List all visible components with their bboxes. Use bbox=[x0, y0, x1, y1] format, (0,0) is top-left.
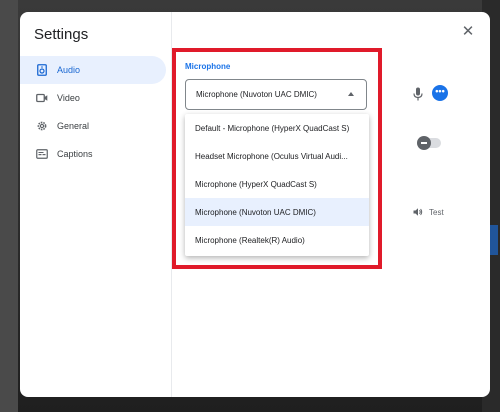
menu-item-microphone-option[interactable]: Microphone (Realtek(R) Audio) bbox=[185, 226, 369, 254]
menu-item-microphone-option[interactable]: Headset Microphone (Oculus Virtual Audi.… bbox=[185, 142, 369, 170]
sidebar-item-label: Audio bbox=[57, 65, 81, 75]
close-icon[interactable]: ✕ bbox=[460, 24, 476, 40]
sidebar-item-captions[interactable]: Captions bbox=[20, 140, 166, 168]
menu-item-microphone-option[interactable]: Microphone (HyperX QuadCast S) bbox=[185, 170, 369, 198]
settings-sidebar: Settings Audio Video General Captions bbox=[20, 12, 172, 397]
test-button-label: Test bbox=[429, 207, 444, 217]
microphone-select-value: Microphone (Nuvoton UAC DMIC) bbox=[196, 90, 317, 99]
microphone-dropdown-menu: Default - Microphone (HyperX QuadCast S)… bbox=[185, 114, 369, 256]
settings-dialog: Settings Audio Video General Captions ✕ … bbox=[20, 12, 490, 397]
test-speaker-button[interactable]: Test bbox=[413, 205, 444, 219]
sidebar-item-label: Captions bbox=[57, 149, 93, 159]
background-window-left bbox=[0, 0, 18, 412]
speaker-box-icon bbox=[36, 64, 48, 76]
menu-item-microphone-option-selected[interactable]: Microphone (Nuvoton UAC DMIC) bbox=[185, 198, 369, 226]
caret-up-icon bbox=[348, 92, 354, 96]
sidebar-item-label: Video bbox=[57, 93, 80, 103]
dialog-title: Settings bbox=[34, 26, 89, 43]
sidebar-item-general[interactable]: General bbox=[20, 112, 166, 140]
captions-icon bbox=[36, 148, 48, 160]
sidebar-item-label: General bbox=[57, 121, 90, 131]
microphone-icon bbox=[413, 87, 423, 101]
sidebar-item-video[interactable]: Video bbox=[20, 84, 166, 112]
settings-nav: Audio Video General Captions bbox=[20, 56, 166, 168]
speaker-icon bbox=[413, 207, 423, 217]
gear-icon bbox=[36, 120, 48, 132]
noise-toggle[interactable] bbox=[417, 136, 441, 150]
more-options-button[interactable]: ••• bbox=[432, 85, 448, 101]
toggle-off-knob-icon bbox=[417, 136, 431, 150]
microphone-select[interactable]: Microphone (Nuvoton UAC DMIC) bbox=[185, 79, 367, 110]
sidebar-item-audio[interactable]: Audio bbox=[20, 56, 166, 84]
microphone-section-label: Microphone bbox=[185, 62, 231, 71]
video-camera-icon bbox=[36, 92, 48, 104]
menu-item-microphone-option[interactable]: Default - Microphone (HyperX QuadCast S) bbox=[185, 114, 369, 142]
